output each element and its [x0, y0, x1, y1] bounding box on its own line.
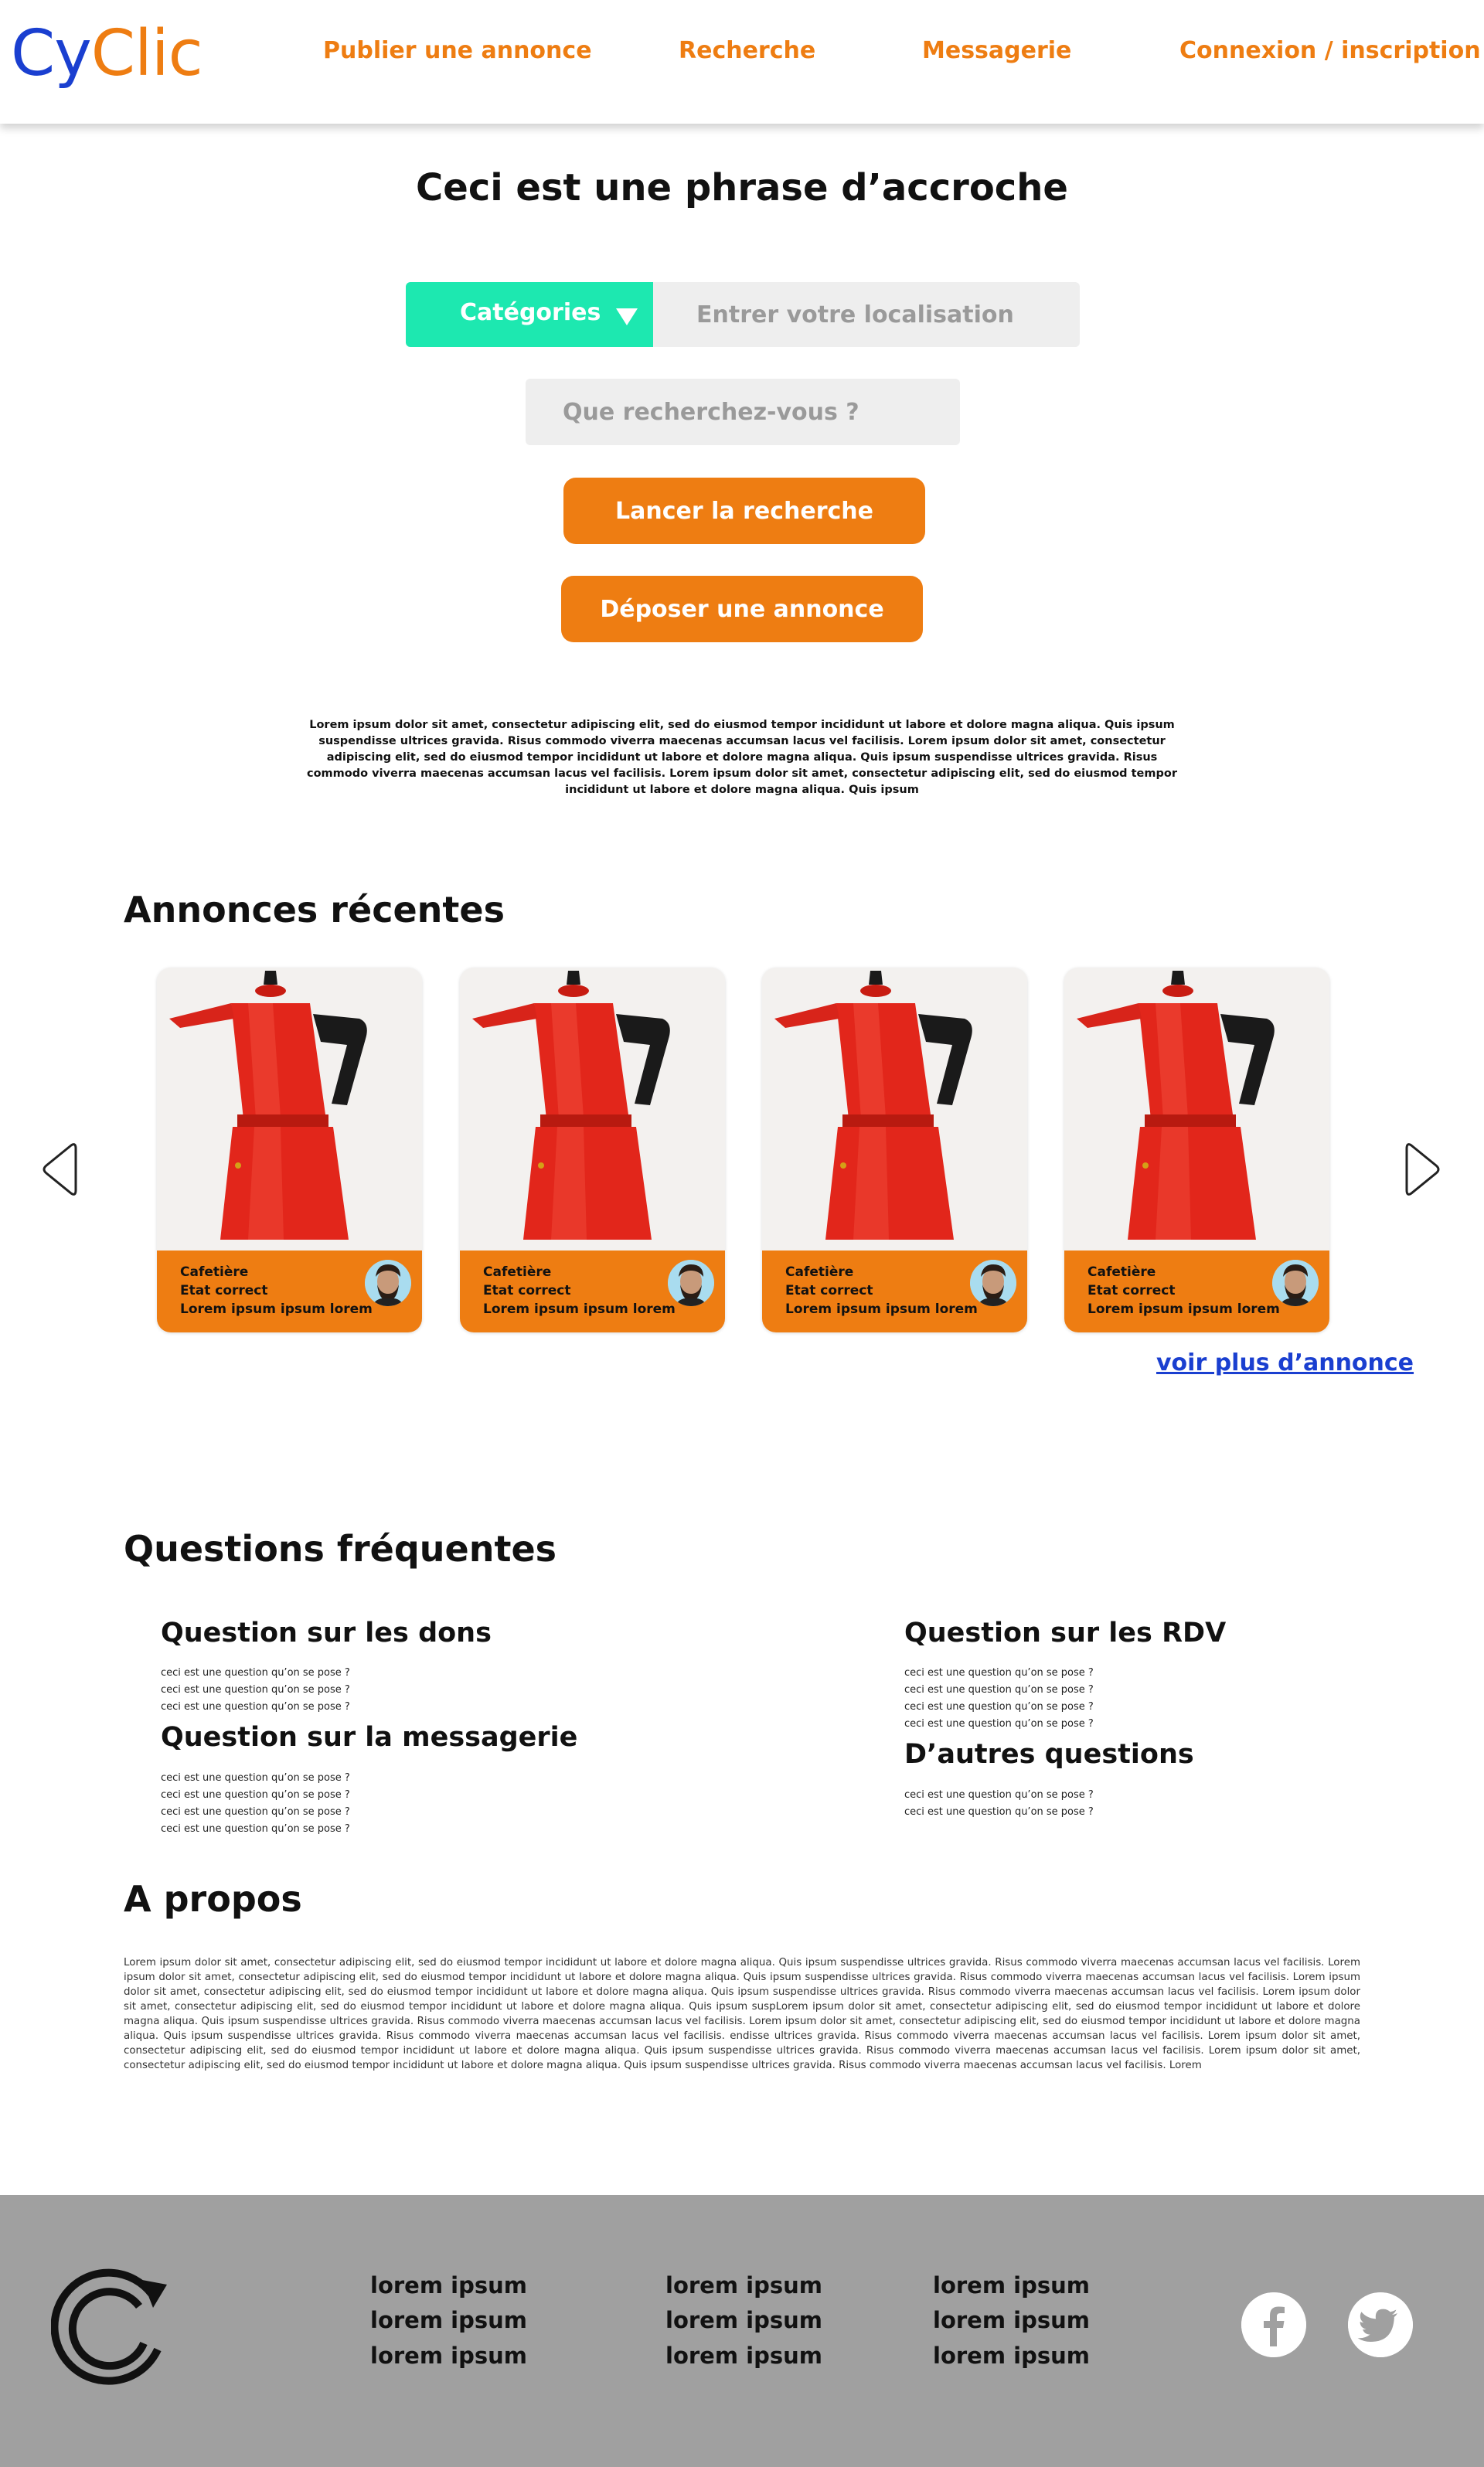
faq-question[interactable]: ceci est une question qu’on se pose ? [161, 1665, 350, 1682]
footer-link[interactable]: lorem ipsum [933, 2343, 1090, 2369]
coffee-maker-image [762, 968, 1027, 1251]
nav-search[interactable]: Recherche [679, 37, 815, 64]
footer-link[interactable]: lorem ipsum [665, 2272, 822, 2299]
search-input[interactable] [526, 379, 960, 445]
ad-card-info: Cafetière Etat correct Lorem ipsum ipsum l… [157, 1251, 422, 1332]
logo-clic: Clic [90, 17, 203, 90]
ad-card-title: Cafetière [483, 1264, 552, 1280]
intro-text: Lorem ipsum dolor sit amet, consectetur … [307, 719, 1177, 796]
nav-login[interactable]: Connexion / inscription [1179, 37, 1481, 64]
footer-link[interactable]: lorem ipsum [933, 2272, 1090, 2299]
twitter-icon[interactable] [1348, 2292, 1413, 2357]
carousel-next-icon[interactable] [1404, 1142, 1442, 1196]
footer-link[interactable]: lorem ipsum [370, 2307, 527, 2333]
ad-card-description: Lorem ipsum ipsum lorem [483, 1302, 676, 1317]
ad-card[interactable]: Cafetière Etat correct Lorem ipsum ipsum l… [460, 968, 725, 1332]
footer-link[interactable]: lorem ipsum [370, 2272, 527, 2299]
nav-messaging[interactable]: Messagerie [922, 37, 1071, 64]
ad-card-description: Lorem ipsum ipsum lorem [1087, 1302, 1280, 1317]
carousel-prev-icon[interactable] [40, 1142, 79, 1196]
ad-card-description: Lorem ipsum ipsum lorem [785, 1302, 978, 1317]
ad-card[interactable]: Cafetière Etat correct Lorem ipsum ipsum l… [762, 968, 1027, 1332]
about-text: Lorem ipsum dolor sit amet, consectetur … [124, 1957, 1360, 2071]
ad-card-title: Cafetière [785, 1264, 854, 1280]
coffee-maker-image [157, 968, 422, 1251]
nav-publish[interactable]: Publier une annonce [323, 37, 592, 64]
faq-title: Questions fréquentes [124, 1528, 557, 1570]
ad-card[interactable]: Cafetière Etat correct Lorem ipsum ipsum l… [1064, 968, 1329, 1332]
categories-dropdown[interactable]: Catégories [406, 282, 653, 347]
avatar[interactable] [970, 1260, 1016, 1306]
ad-card-condition: Etat correct [1087, 1283, 1176, 1298]
footer-link[interactable]: lorem ipsum [370, 2343, 527, 2369]
ad-card-info: Cafetière Etat correct Lorem ipsum ipsum l… [762, 1251, 1027, 1332]
recent-ads-title: Annonces récentes [124, 889, 505, 931]
about-title: A propos [124, 1878, 302, 1920]
avatar[interactable] [1272, 1260, 1319, 1306]
faq-question[interactable]: ceci est une question qu’on se pose ? [904, 1682, 1094, 1699]
faq-question[interactable]: ceci est une question qu’on se pose ? [161, 1770, 350, 1787]
ad-card-text: Cafetière Etat correct Lorem ipsum ipsum l… [785, 1263, 978, 1319]
ad-card[interactable]: Cafetière Etat correct Lorem ipsum ipsum l… [157, 968, 422, 1332]
logo-cy: Cy [11, 17, 92, 90]
faq-question[interactable]: ceci est une question qu’on se pose ? [161, 1787, 350, 1804]
ad-card-info: Cafetière Etat correct Lorem ipsum ipsum l… [460, 1251, 725, 1332]
ad-card-condition: Etat correct [180, 1283, 268, 1298]
footer-link[interactable]: lorem ipsum [665, 2307, 822, 2333]
faq-group-title: Question sur les RDV [904, 1618, 1227, 1649]
ad-card-title: Cafetière [180, 1264, 249, 1280]
avatar[interactable] [365, 1260, 411, 1306]
coffee-maker-image [460, 968, 725, 1251]
ad-card-text: Cafetière Etat correct Lorem ipsum ipsum l… [180, 1263, 373, 1319]
ad-card-title: Cafetière [1087, 1264, 1156, 1280]
footer-link[interactable]: lorem ipsum [665, 2343, 822, 2369]
faq-group-title: Question sur la messagerie [161, 1722, 578, 1753]
faq-question[interactable]: ceci est une question qu’on se pose ? [161, 1682, 350, 1699]
faq-question[interactable]: ceci est une question qu’on se pose ? [904, 1787, 1094, 1804]
ad-card-text: Cafetière Etat correct Lorem ipsum ipsum l… [483, 1263, 676, 1319]
location-input[interactable] [653, 282, 1080, 347]
site-logo[interactable]: CyClic [11, 17, 203, 90]
coffee-maker-image [1064, 968, 1329, 1251]
faq-group-title: Question sur les dons [161, 1618, 492, 1649]
faq-question[interactable]: ceci est une question qu’on se pose ? [904, 1665, 1094, 1682]
faq-question[interactable]: ceci est une question qu’on se pose ? [904, 1699, 1094, 1716]
faq-question[interactable]: ceci est une question qu’on se pose ? [161, 1821, 350, 1838]
faq-question[interactable]: ceci est une question qu’on se pose ? [161, 1804, 350, 1821]
page-tagline: Ceci est une phrase d’accroche [416, 166, 1068, 209]
ad-card-text: Cafetière Etat correct Lorem ipsum ipsum l… [1087, 1263, 1280, 1319]
site-header: CyClic Publier une annonce Recherche Mes… [0, 0, 1484, 124]
faq-question[interactable]: ceci est une question qu’on se pose ? [904, 1716, 1094, 1733]
categories-label: Catégories [460, 299, 601, 326]
facebook-icon[interactable] [1241, 2292, 1306, 2357]
post-ad-button[interactable]: Déposer une annonce [561, 576, 923, 642]
faq-question[interactable]: ceci est une question qu’on se pose ? [161, 1699, 350, 1716]
ad-card-condition: Etat correct [483, 1283, 571, 1298]
ad-card-condition: Etat correct [785, 1283, 873, 1298]
see-more-ads-link[interactable]: voir plus d’annonce [1156, 1349, 1414, 1376]
search-button[interactable]: Lancer la recherche [563, 478, 925, 544]
chevron-down-icon [616, 308, 638, 325]
ad-card-description: Lorem ipsum ipsum lorem [180, 1302, 373, 1317]
faq-group-title: D’autres questions [904, 1739, 1194, 1770]
avatar[interactable] [668, 1260, 714, 1306]
faq-question[interactable]: ceci est une question qu’on se pose ? [904, 1804, 1094, 1821]
ad-card-info: Cafetière Etat correct Lorem ipsum ipsum l… [1064, 1251, 1329, 1332]
footer-logo-icon[interactable] [51, 2263, 175, 2387]
footer-link[interactable]: lorem ipsum [933, 2307, 1090, 2333]
